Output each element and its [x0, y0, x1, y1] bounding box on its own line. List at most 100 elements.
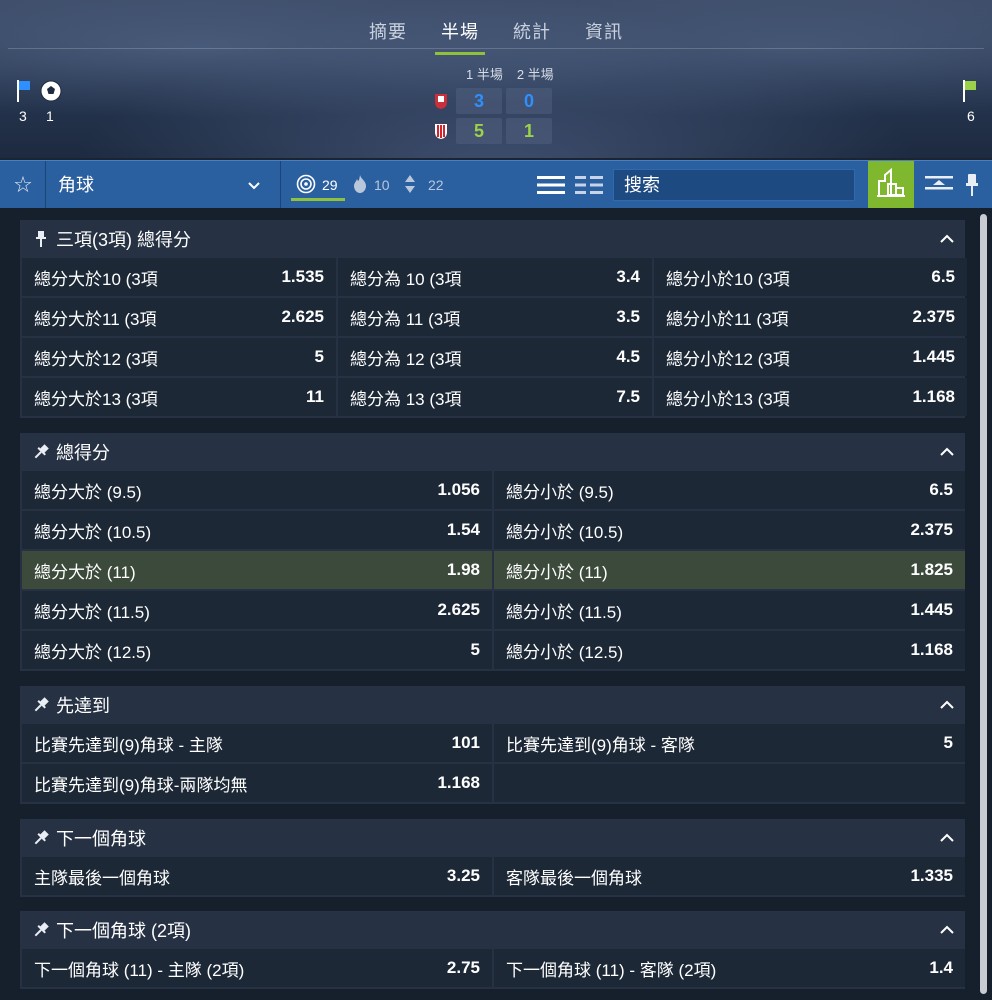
section-title: 下一個角球 [56, 829, 146, 849]
section-header[interactable]: 三項(3項) 總得分 [20, 220, 965, 258]
football-icon [40, 80, 62, 107]
selection-label: 總分大於 (12.5) [34, 642, 152, 662]
market-type-select[interactable]: 角球 [58, 161, 94, 209]
toolbar-divider [280, 161, 281, 209]
collapse-all-icon[interactable] [925, 174, 953, 201]
chevron-down-icon[interactable] [246, 177, 262, 198]
selection-label: 總分為 11 (3項 [350, 309, 461, 329]
pin-icon[interactable] [32, 921, 50, 939]
odds-button-highlighted[interactable]: 總分大於 (11) 1.98 [22, 551, 492, 589]
odds-button[interactable]: 總分小於13 (3項 1.168 [654, 378, 967, 416]
selection-label: 總分小於 (9.5) [506, 482, 614, 502]
odds-button[interactable]: 總分大於 (9.5) 1.056 [22, 471, 492, 509]
active-filter-indicator [291, 198, 345, 201]
chevron-up-icon[interactable] [939, 444, 955, 465]
selection-label: 總分大於 (11.5) [34, 602, 150, 622]
market-section-three-way-total: 三項(3項) 總得分 總分大於10 (3項 1.535 總分為 10 (3項 3.4… [20, 220, 967, 418]
odds-button-highlighted[interactable]: 總分小於 (11) 1.825 [494, 551, 965, 589]
away-corner-count: 6 [967, 108, 975, 124]
selection-label: 比賽先達到(9)角球-兩隊均無 [34, 775, 248, 795]
odds-button[interactable]: 總分大於 (12.5) 5 [22, 631, 492, 669]
corner-flag-green-icon [962, 80, 978, 107]
selection-label: 總分小於10 (3項 [666, 269, 790, 289]
section-header[interactable]: 下一個角球 [20, 819, 965, 857]
pin-icon[interactable] [965, 173, 979, 202]
second-half-label: 2 半場 [516, 67, 554, 82]
home-first-half-score: 3 [456, 88, 502, 114]
odds-button[interactable]: 比賽先達到(9)角球-兩隊均無 1.168 [22, 764, 492, 802]
odds-button[interactable]: 總分為 11 (3項 3.5 [338, 298, 652, 336]
field-view-button[interactable] [868, 161, 914, 209]
odds-value: 1.168 [437, 773, 480, 792]
odds-button[interactable]: 總分大於 (10.5) 1.54 [22, 511, 492, 549]
pin-icon[interactable] [32, 443, 50, 461]
section-header[interactable]: 總得分 [20, 433, 965, 471]
selection-label: 總分小於 (11) [506, 562, 608, 582]
selection-label: 總分小於11 (3項 [666, 309, 789, 329]
chevron-up-icon[interactable] [939, 231, 955, 252]
odds-value: 4.5 [616, 347, 640, 366]
odds-grid: 總分大於 (9.5) 1.056 總分小於 (9.5) 6.5 總分大於 (10.5… [20, 471, 965, 671]
away-first-half-score: 5 [456, 118, 502, 144]
odds-value: 2.375 [910, 520, 953, 539]
filter-updown-markets[interactable]: 22 [404, 161, 444, 209]
chevron-up-icon[interactable] [939, 922, 955, 943]
odds-value: 1.168 [910, 640, 953, 659]
filter-popular-markets[interactable]: 10 [352, 161, 390, 209]
grid-view-icon[interactable] [575, 174, 603, 201]
selection-label: 總分大於10 (3項 [34, 269, 158, 289]
favorite-star-icon[interactable]: ☆ [10, 172, 36, 198]
odds-value: 3.25 [446, 866, 480, 885]
pin-icon[interactable] [32, 696, 50, 714]
section-title: 先達到 [56, 696, 110, 716]
odds-button[interactable]: 總分為 12 (3項 4.5 [338, 338, 652, 376]
list-view-icon[interactable] [537, 174, 565, 201]
odds-button[interactable]: 總分小於10 (3項 6.5 [654, 258, 967, 296]
scrollbar[interactable] [980, 214, 987, 994]
selection-label: 總分小於13 (3項 [666, 389, 790, 409]
chevron-up-icon[interactable] [939, 697, 955, 718]
odds-button[interactable]: 總分小於12 (3項 1.445 [654, 338, 967, 376]
odds-button[interactable]: 下一個角球 (11) - 客隊 (2項) 1.4 [494, 949, 965, 987]
odds-button[interactable]: 總分大於12 (3項 5 [22, 338, 336, 376]
all-markets-count: 29 [322, 177, 338, 193]
filter-all-markets[interactable]: 29 [296, 161, 338, 209]
selection-label: 總分大於13 (3項 [34, 389, 158, 409]
odds-value: 7.5 [616, 387, 640, 406]
chevron-up-icon[interactable] [939, 830, 955, 851]
odds-button[interactable]: 總分小於 (11.5) 1.445 [494, 591, 965, 629]
pin-icon[interactable] [32, 230, 50, 248]
section-header[interactable]: 先達到 [20, 686, 965, 724]
away-team-crest-icon [430, 120, 452, 142]
section-title: 三項(3項) 總得分 [56, 230, 191, 250]
odds-value: 6.5 [929, 480, 953, 499]
selection-label: 總分為 13 (3項 [350, 389, 462, 409]
odds-button[interactable]: 總分為 13 (3項 7.5 [338, 378, 652, 416]
odds-button[interactable]: 主隊最後一個角球 3.25 [22, 857, 492, 895]
odds-button[interactable]: 總分小於 (9.5) 6.5 [494, 471, 965, 509]
selection-label: 總分為 12 (3項 [350, 349, 462, 369]
odds-button[interactable]: 總分大於13 (3項 11 [22, 378, 336, 416]
odds-value: 2.625 [281, 307, 324, 326]
search-input[interactable]: 搜索 [613, 169, 855, 201]
odds-value: 1.98 [446, 560, 480, 579]
odds-button[interactable]: 下一個角球 (11) - 主隊 (2項) 2.75 [22, 949, 492, 987]
odds-button[interactable]: 比賽先達到(9)角球 - 主隊 101 [22, 724, 492, 762]
empty-odds-cell [494, 764, 965, 802]
selection-label: 總分大於11 (3項 [34, 309, 157, 329]
odds-button[interactable]: 總分小於 (10.5) 2.375 [494, 511, 965, 549]
odds-button[interactable]: 總分大於11 (3項 2.625 [22, 298, 336, 336]
odds-button[interactable]: 總分為 10 (3項 3.4 [338, 258, 652, 296]
odds-button[interactable]: 客隊最後一個角球 1.335 [494, 857, 965, 895]
odds-button[interactable]: 總分小於 (12.5) 1.168 [494, 631, 965, 669]
odds-value: 1.168 [912, 387, 955, 406]
odds-button[interactable]: 總分大於 (11.5) 2.625 [22, 591, 492, 629]
section-header[interactable]: 下一個角球 (2項) [20, 911, 965, 949]
pin-icon[interactable] [32, 829, 50, 847]
selection-label: 總分小於12 (3項 [666, 349, 790, 369]
odds-button[interactable]: 總分大於10 (3項 1.535 [22, 258, 336, 296]
odds-button[interactable]: 總分小於11 (3項 2.375 [654, 298, 967, 336]
selection-label: 比賽先達到(9)角球 - 主隊 [34, 735, 223, 755]
odds-button[interactable]: 比賽先達到(9)角球 - 客隊 5 [494, 724, 965, 762]
odds-value: 5 [314, 347, 324, 366]
